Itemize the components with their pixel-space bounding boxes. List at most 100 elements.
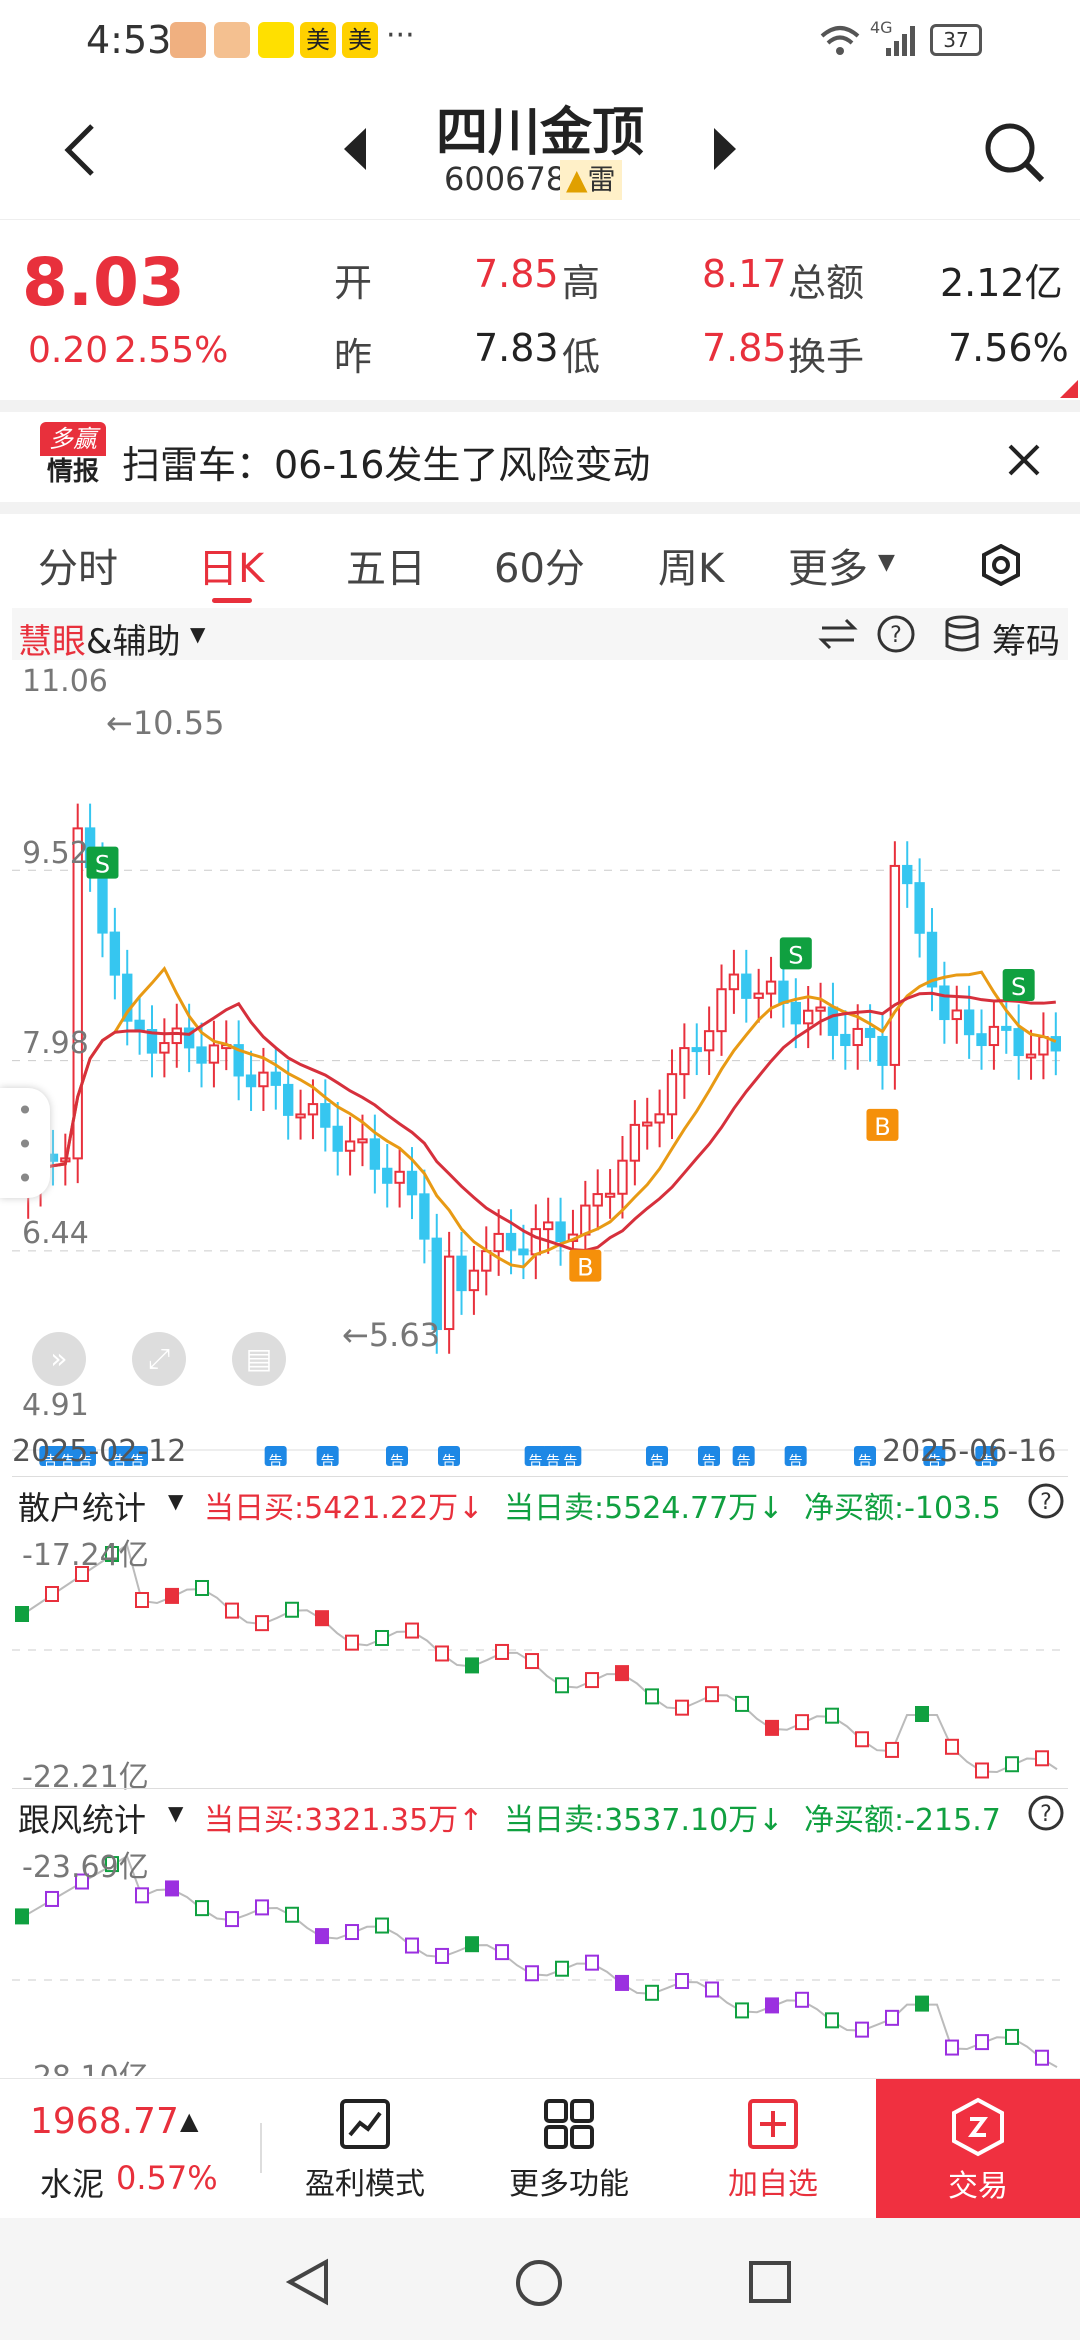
candle (493, 1232, 504, 1253)
candle (629, 1123, 641, 1162)
battery-icon: 37 (930, 24, 982, 56)
stat-bar (615, 1974, 629, 1991)
more-functions-button[interactable]: 更多功能 (494, 2159, 644, 2203)
candle (1038, 1036, 1049, 1056)
y-tick: 6.44 (22, 1216, 89, 1251)
back-icon[interactable] (60, 120, 100, 180)
divider (0, 502, 1080, 514)
grid-icon[interactable] (542, 2097, 596, 2151)
stat-bar (315, 1928, 329, 1945)
retail-stats-label[interactable]: 散户统计 (18, 1483, 146, 1529)
candle (827, 1006, 839, 1036)
candle (790, 1001, 801, 1025)
chip-button[interactable]: 筹码 (992, 614, 1060, 663)
stock-header: 四川金顶 600678 ▲雷 (0, 80, 1080, 220)
stat-bar (825, 2012, 839, 2029)
chevron-down-icon: ▼ (168, 1801, 184, 1825)
stat-bar (495, 1643, 509, 1660)
trade-button[interactable]: 交易 (876, 2079, 1080, 2219)
candle (394, 1170, 405, 1184)
nav-back-icon[interactable] (286, 2258, 330, 2306)
turnover-label: 换手 (788, 335, 865, 379)
follow-buy: 当日买:3321.35万↑ (204, 1803, 484, 1838)
prev-close-label: 昨 (334, 335, 373, 379)
candle (728, 973, 740, 991)
stat-bar (135, 1887, 149, 1904)
tab-daily-k[interactable]: 日K (198, 536, 264, 594)
expand-corner-icon[interactable] (1060, 380, 1078, 398)
add-watchlist-button[interactable]: 加自选 (698, 2159, 848, 2203)
candle (642, 1121, 653, 1127)
fast-forward-icon[interactable]: » (32, 1332, 86, 1386)
switch-icon[interactable] (818, 616, 858, 652)
candle (518, 1248, 529, 1256)
risk-badge-label: 雷 (587, 163, 616, 196)
help-icon[interactable]: ? (1026, 1793, 1066, 1833)
add-watchlist-icon[interactable] (746, 2097, 800, 2151)
fullscreen-icon[interactable]: ▤ (232, 1332, 286, 1386)
high-marker: ←10.55 (106, 704, 225, 742)
indicator-a[interactable]: 慧眼 (18, 614, 86, 663)
candle (468, 1269, 480, 1292)
candle (245, 1074, 257, 1088)
stat-bar (135, 1592, 149, 1609)
stat-bar (945, 2039, 959, 2056)
index-name: 水泥 (40, 2165, 105, 2203)
chart-trend-icon[interactable] (338, 2097, 392, 2151)
index-value[interactable]: 1968.77 (30, 2101, 179, 2142)
stat-bar (795, 1991, 809, 2008)
stat-bar (915, 1706, 929, 1722)
high-value: 8.17 (702, 252, 787, 296)
help-icon[interactable]: ? (1026, 1481, 1066, 1521)
stat-bar (645, 1688, 659, 1705)
follow-stats-label[interactable]: 跟风统计 (18, 1795, 146, 1841)
risk-badge[interactable]: ▲雷 (560, 160, 622, 200)
help-icon[interactable]: ? (876, 614, 916, 654)
stat-bar (45, 1890, 59, 1907)
stat-bar (1005, 2028, 1019, 2045)
prev-stock-icon[interactable] (340, 124, 370, 174)
settings-icon[interactable] (980, 544, 1022, 586)
candle (208, 1044, 220, 1064)
nav-recents-icon[interactable] (748, 2260, 792, 2304)
next-stock-icon[interactable] (710, 124, 740, 174)
nav-home-icon[interactable] (514, 2258, 564, 2308)
expand-icon[interactable]: ⤢ (132, 1332, 186, 1386)
stat-bar (855, 2021, 869, 2038)
indicator-b[interactable]: &辅助 (86, 614, 181, 663)
candle (951, 1009, 962, 1021)
candle (1025, 1053, 1037, 1059)
retail-y-top: -17.24亿 (22, 1538, 149, 1573)
risk-news-banner[interactable]: 多赢 情报 扫雷车：06-16发生了风险变动 (0, 412, 1080, 502)
drawer-handle[interactable]: • • • (0, 1088, 50, 1198)
candle (716, 988, 727, 1033)
stat-bar (675, 1699, 689, 1716)
tab-intraday[interactable]: 分时 (38, 536, 118, 594)
candle (171, 1027, 182, 1045)
stat-bar (195, 1579, 209, 1596)
stat-bar (255, 1615, 269, 1632)
notice-label: 告 (546, 1454, 560, 1470)
profit-mode-button[interactable]: 盈利模式 (290, 2159, 440, 2203)
candle (580, 1204, 591, 1236)
tab-weekly-k[interactable]: 周K (658, 536, 724, 594)
follow-y-bottom: -28.10亿 (22, 2052, 149, 2076)
candle (741, 973, 752, 999)
candle (369, 1138, 381, 1170)
close-icon[interactable] (1006, 442, 1042, 478)
database-icon (945, 615, 979, 652)
search-icon[interactable] (982, 120, 1046, 184)
stat-bar (465, 1936, 479, 1953)
candle (988, 1025, 1000, 1047)
candle (443, 1255, 455, 1331)
stat-bar (1005, 1756, 1019, 1773)
tab-more[interactable]: 更多 (788, 536, 868, 594)
tab-five-day[interactable]: 五日 (346, 536, 426, 594)
stat-bar (375, 1629, 389, 1646)
stat-bar (705, 1686, 719, 1703)
signal-label: B (874, 1113, 890, 1141)
index-pct: 0.57% (116, 2159, 218, 2197)
low-marker: ←5.63 (342, 1316, 441, 1354)
candle (963, 1009, 975, 1036)
tab-60min[interactable]: 60分 (494, 536, 585, 594)
